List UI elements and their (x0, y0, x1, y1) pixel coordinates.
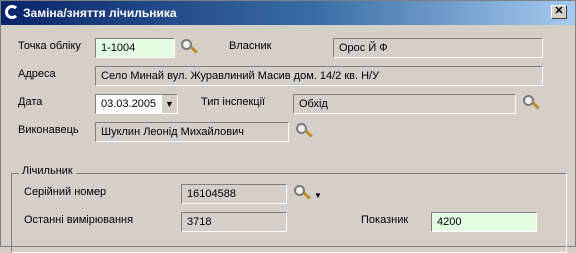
serial-search-icon[interactable] (291, 184, 311, 204)
last-measurement-label: Останні вимірювання (24, 214, 134, 226)
address-field: Село Минай вул. Журавлиний Масив дом. 14… (95, 66, 543, 86)
executor-field: Шуклин Леонід Михайлович (95, 122, 289, 142)
executor-label: Виконавець (18, 124, 79, 136)
account-input[interactable]: 1-1004 (95, 38, 175, 58)
last-measurement-field: 3718 (181, 212, 287, 232)
app-icon (5, 5, 19, 19)
inspection-type-label: Тип інспекції (201, 96, 266, 108)
handle-shape (303, 191, 311, 200)
account-search-icon[interactable] (178, 38, 198, 58)
owner-label: Власник (229, 40, 272, 52)
account-label: Точка обліку (18, 40, 81, 52)
date-value: 03.03.2005 (101, 98, 157, 110)
address-label: Адреса (18, 68, 56, 80)
handle-shape (305, 129, 313, 138)
handle-shape (190, 45, 198, 54)
owner-field: Орос Й Ф (333, 38, 543, 58)
date-picker[interactable]: 03.03.2005 ▼ (95, 94, 178, 114)
chevron-down-icon[interactable]: ▼ (161, 95, 177, 113)
inspection-search-icon[interactable] (520, 94, 540, 114)
executor-search-icon[interactable] (293, 122, 313, 142)
reading-label: Показник (361, 214, 409, 226)
title-bar[interactable]: Заміна/зняття лічильника ✕ (1, 1, 575, 25)
meter-replacement-window: Заміна/зняття лічильника ✕ Точка обліку … (0, 0, 576, 253)
handle-shape (532, 101, 540, 110)
serial-number-label: Серійний номер (24, 186, 107, 198)
window-title: Заміна/зняття лічильника (23, 6, 177, 20)
serial-dropdown-icon[interactable]: ▼ (314, 191, 322, 200)
date-label: Дата (18, 96, 43, 108)
close-button[interactable]: ✕ (551, 5, 567, 19)
meter-group-title: Лічильник (19, 165, 76, 177)
inspection-type-field: Обхід (293, 94, 516, 114)
serial-number-field: 16104588 (181, 184, 287, 204)
reading-input[interactable]: 4200 (431, 212, 537, 232)
